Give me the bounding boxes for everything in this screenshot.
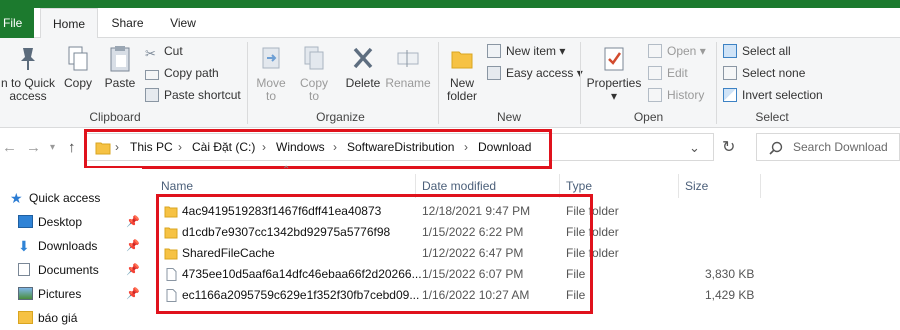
move-to-button[interactable]: Move to (253, 44, 289, 103)
delete-button[interactable]: Delete (343, 44, 383, 90)
tab-file[interactable]: File (0, 8, 34, 38)
pin-to-quick-access-button[interactable]: n to Quick access (0, 44, 56, 103)
new-item-icon (487, 44, 501, 58)
delete-x-icon (353, 47, 373, 69)
divider (580, 42, 581, 124)
folder-icon (18, 311, 33, 324)
column-divider (760, 174, 761, 198)
divider (438, 42, 439, 124)
select-all-button[interactable]: Select all (723, 41, 791, 61)
scissors-icon: ✂ (145, 46, 156, 61)
history-button[interactable]: History (648, 85, 704, 105)
refresh-icon[interactable]: ↻ (722, 137, 735, 157)
download-icon: ⬇ (18, 238, 30, 254)
navigation-pane: ★ Quick access Desktop 📌 ⬇ Downloads 📌 D… (0, 168, 142, 326)
select-group-label: Select (755, 110, 789, 124)
address-highlight-box (84, 129, 552, 169)
forward-icon[interactable]: → (26, 139, 41, 156)
copy-path-icon (145, 70, 159, 80)
paste-label: Paste (104, 76, 136, 90)
paste-button[interactable]: Paste (103, 44, 137, 90)
paste-shortcut-button[interactable]: Paste shortcut (145, 85, 241, 105)
files-highlight-box (156, 194, 593, 314)
tab-home[interactable]: Home (40, 8, 98, 39)
search-icon (769, 141, 783, 155)
pin-icon (21, 48, 35, 70)
clipboard-group-label: Clipboard (89, 110, 141, 124)
sidebar-item-desktop[interactable]: Desktop 📌 (0, 210, 142, 234)
paste-shortcut-icon (145, 88, 159, 102)
pin-label-line2: access (9, 89, 47, 103)
chevron-down-icon[interactable]: ⌄ (689, 134, 700, 162)
star-icon: ★ (10, 190, 23, 206)
new-item-button[interactable]: New item ▾ (487, 41, 565, 61)
history-icon (648, 88, 662, 102)
divider (716, 42, 717, 124)
copy-icon (68, 46, 88, 71)
select-none-button[interactable]: Select none (723, 63, 805, 83)
column-divider (678, 174, 679, 198)
pin-icon[interactable]: 📌 (126, 234, 140, 258)
rename-button[interactable]: Rename (385, 44, 431, 90)
new-folder-icon (451, 51, 473, 69)
sidebar-item-pictures[interactable]: Pictures 📌 (0, 282, 142, 306)
tab-view[interactable]: View (163, 8, 203, 38)
new-folder-button[interactable]: New folder (444, 44, 480, 103)
up-icon[interactable]: ↑ (68, 139, 76, 156)
sidebar-item-documents[interactable]: Documents 📌 (0, 258, 142, 282)
ribbon: n to Quick access Copy Paste ✂ Cut Copy p… (0, 38, 900, 128)
rename-icon (397, 50, 419, 67)
copy-button[interactable]: Copy (62, 44, 94, 90)
search-placeholder: Search Download (793, 140, 888, 154)
column-header-size[interactable]: Size (685, 174, 708, 198)
sidebar-item-bao-gia[interactable]: báo giá (0, 306, 142, 330)
cut-button[interactable]: ✂ Cut (145, 41, 183, 61)
sidebar-item-downloads[interactable]: ⬇ Downloads 📌 (0, 234, 142, 258)
pin-icon[interactable]: 📌 (126, 210, 140, 234)
copy-path-button[interactable]: Copy path (145, 63, 219, 83)
new-group-label: New (496, 110, 521, 124)
recent-locations-icon[interactable]: ▾ (50, 142, 55, 153)
divider (247, 42, 248, 124)
edit-icon (648, 66, 662, 80)
properties-icon (604, 47, 624, 71)
file-size: 1,429 KB (705, 288, 755, 302)
pictures-icon (18, 287, 33, 300)
organize-group-label: Organize (316, 110, 365, 124)
documents-icon (18, 263, 30, 276)
copy-to-button[interactable]: Copy to (296, 44, 332, 103)
desktop-icon (18, 215, 33, 228)
select-all-icon (723, 44, 737, 58)
pin-icon[interactable]: 📌 (126, 282, 140, 306)
copy-label: Copy (63, 76, 92, 90)
open-icon (648, 44, 662, 58)
easy-access-button[interactable]: Easy access ▾ (487, 63, 583, 83)
file-size: 3,830 KB (705, 267, 755, 281)
pin-icon[interactable]: 📌 (126, 258, 140, 282)
paste-icon (110, 46, 130, 72)
easy-access-icon (487, 66, 501, 80)
copy-to-icon (304, 46, 324, 70)
sort-caret-icon: ⌃ (282, 165, 291, 176)
select-none-icon (723, 66, 737, 80)
move-to-icon (262, 47, 280, 69)
ribbon-tabs: File Home Share View (0, 8, 900, 39)
edit-button[interactable]: Edit (648, 63, 688, 83)
search-box[interactable]: Search Download (756, 133, 900, 161)
back-icon[interactable]: ← (2, 139, 17, 156)
invert-selection-icon (723, 88, 737, 102)
title-bar (0, 0, 900, 8)
open-button[interactable]: Open ▾ (648, 41, 706, 61)
sidebar-item-quick-access[interactable]: ★ Quick access (0, 186, 142, 210)
invert-selection-button[interactable]: Invert selection (723, 85, 823, 105)
properties-button[interactable]: Properties ▾ (586, 44, 642, 103)
tab-share[interactable]: Share (105, 8, 150, 38)
open-group-label: Open (633, 110, 664, 124)
